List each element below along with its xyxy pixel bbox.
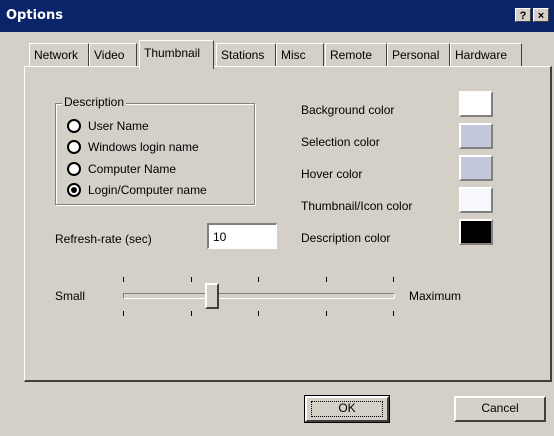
hover-color-label: Hover color (301, 167, 363, 181)
help-button[interactable]: ? (515, 8, 531, 22)
thumbnail-icon-color-label: Thumbnail/Icon color (301, 199, 413, 213)
selection-color-swatch[interactable] (459, 123, 493, 149)
tab-hardware[interactable]: Hardware (450, 43, 522, 67)
hover-color-swatch[interactable] (459, 155, 493, 181)
background-color-label: Background color (301, 103, 395, 117)
slider-tick (393, 277, 394, 282)
description-legend: Description (62, 95, 127, 109)
thumbnail-panel: Description User Name Windows login name… (24, 66, 552, 382)
radio-icon-selected (67, 183, 81, 197)
tab-label: Thumbnail (144, 46, 201, 60)
tab-stations[interactable]: Stations (216, 43, 276, 67)
ok-button[interactable]: OK (304, 395, 390, 423)
slider-min-label: Small (55, 289, 86, 303)
slider-tick (191, 277, 192, 282)
slider-tick (191, 311, 192, 316)
tab-label: Stations (221, 48, 265, 62)
radio-login-computer-name[interactable]: Login/Computer name (67, 181, 207, 199)
radio-label: Login/Computer name (88, 183, 207, 197)
radio-icon (67, 119, 81, 133)
size-slider-thumb[interactable] (205, 283, 219, 309)
radio-icon (67, 162, 81, 176)
title-bar: Options ? × (0, 0, 554, 32)
tab-remote[interactable]: Remote (325, 43, 387, 67)
tab-network[interactable]: Network (29, 43, 89, 67)
radio-label: User Name (88, 119, 149, 133)
slider-tick (393, 311, 394, 316)
focus-rectangle (311, 401, 383, 417)
tab-label: Video (94, 48, 125, 62)
tab-video[interactable]: Video (89, 43, 137, 67)
slider-tick (258, 311, 259, 316)
refresh-rate-label: Refresh-rate (sec) (55, 232, 152, 246)
slider-max-label: Maximum (409, 289, 462, 303)
tab-misc[interactable]: Misc (276, 43, 324, 67)
radio-label: Computer Name (88, 162, 177, 176)
slider-tick (123, 311, 124, 316)
tab-label: Personal (392, 48, 440, 62)
radio-computer-name[interactable]: Computer Name (67, 160, 176, 178)
tab-personal[interactable]: Personal (387, 43, 450, 67)
slider-tick (326, 311, 327, 316)
refresh-rate-input[interactable] (207, 223, 277, 249)
radio-label: Windows login name (88, 140, 199, 154)
selection-color-label: Selection color (301, 135, 380, 149)
size-slider-track[interactable] (123, 293, 395, 299)
tab-label: Misc (281, 48, 306, 62)
slider-tick (123, 277, 124, 282)
radio-icon (67, 140, 81, 154)
slider-tick (258, 277, 259, 282)
thumbnail-icon-color-swatch[interactable] (459, 187, 493, 213)
tab-label: Remote (330, 48, 373, 62)
slider-tick (326, 277, 327, 282)
cancel-label: Cancel (481, 401, 519, 415)
description-color-label: Description color (301, 231, 391, 245)
tab-label: Hardware (455, 48, 508, 62)
radio-user-name[interactable]: User Name (67, 117, 149, 135)
description-color-swatch[interactable] (459, 219, 493, 245)
window-title: Options (6, 8, 63, 23)
tab-thumbnail[interactable]: Thumbnail (139, 40, 214, 69)
radio-windows-login-name[interactable]: Windows login name (67, 138, 199, 156)
background-color-swatch[interactable] (459, 91, 493, 117)
radio-dot (71, 187, 77, 193)
cancel-button[interactable]: Cancel (454, 396, 546, 422)
close-button[interactable]: × (533, 8, 549, 22)
tab-label: Network (34, 48, 79, 62)
